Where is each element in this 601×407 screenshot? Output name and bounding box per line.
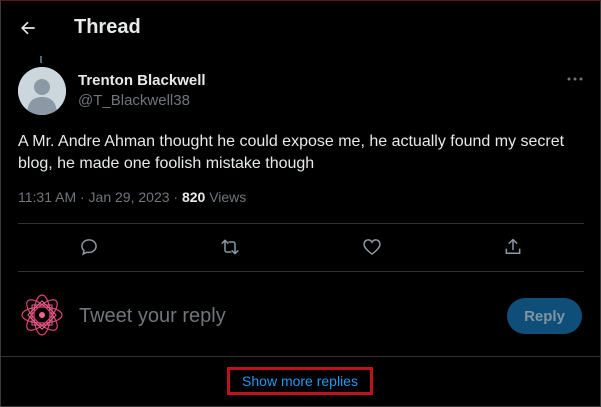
divider-section <box>1 356 600 357</box>
views-count[interactable]: 820 <box>182 189 205 205</box>
retweet-action-button[interactable] <box>219 236 241 258</box>
tweet-timestamp[interactable]: 11:31 AM · Jan 29, 2023 · <box>18 189 182 205</box>
thread-header: Thread <box>1 1 600 55</box>
tweet-meta: 11:31 AM · Jan 29, 2023 · 820 Views <box>18 189 246 205</box>
default-avatar-icon <box>18 67 66 115</box>
mandala-avatar-icon <box>18 291 66 339</box>
like-action-button[interactable] <box>361 236 383 258</box>
author-name[interactable]: Trenton Blackwell <box>78 72 206 89</box>
reply-icon <box>81 239 97 256</box>
tweet-thread-view: Thread Trenton Blackwell @T_Blackwell38 … <box>0 0 601 407</box>
share-icon <box>505 238 521 254</box>
reply-button[interactable]: Reply <box>507 298 582 334</box>
reply-action-button[interactable] <box>78 236 100 258</box>
more-dots-icon <box>567 77 583 81</box>
back-button[interactable] <box>13 13 43 43</box>
heart-icon <box>363 239 381 256</box>
share-action-button[interactable] <box>502 236 524 258</box>
tweet-text: A Mr. Andre Ahman thought he could expos… <box>18 133 565 172</box>
author-avatar[interactable] <box>18 67 66 115</box>
more-options-button[interactable] <box>563 69 587 89</box>
author-handle[interactable]: @T_Blackwell38 <box>78 92 190 109</box>
retweet-icon <box>221 239 239 255</box>
show-more-replies-button[interactable]: Show more replies <box>227 367 373 395</box>
divider-bottom <box>18 271 584 272</box>
tweet-actions <box>18 224 584 270</box>
reply-input[interactable] <box>79 301 489 331</box>
back-arrow-icon <box>21 21 35 35</box>
user-avatar[interactable] <box>18 291 66 339</box>
thread-connector-line <box>40 56 42 63</box>
show-more-replies-label: Show more replies <box>242 373 358 389</box>
page-title: Thread <box>74 16 141 38</box>
views-label: Views <box>205 189 247 205</box>
